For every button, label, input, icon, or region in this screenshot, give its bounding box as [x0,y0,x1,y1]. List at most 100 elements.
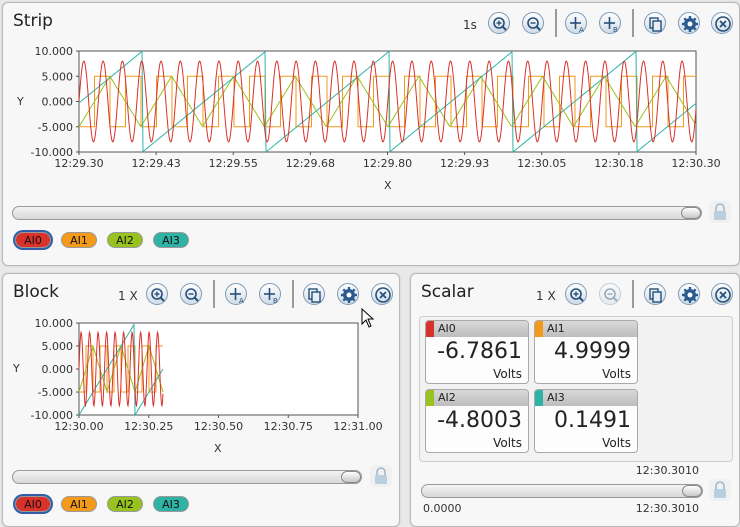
block-x-tick-label: 12:30.50 [194,420,243,433]
zoom-in-icon [570,288,584,302]
block-channel-ai3[interactable]: AI3 [153,496,189,512]
scalar-unit: Volts [493,436,522,450]
scalar-timestamp: 12:30.3010 [635,464,699,477]
block-zoom-level: 1 X [118,289,138,303]
block-x-tick-label: 12:31.00 [333,420,382,433]
toolbar-separator [632,9,634,37]
close-button[interactable] [371,283,393,305]
lock-icon [714,481,726,498]
scalar-channel-name: AI2 [438,391,456,404]
zoom-out-icon [185,288,199,302]
strip-y-tick-label: 0.000 [42,96,74,109]
strip-x-tick-label: 12:30.30 [671,157,720,170]
strip-lock-button[interactable] [709,201,731,223]
strip-x-axis-label: X [384,179,392,192]
strip-x-tick-label: 12:29.55 [209,157,258,170]
scalar-value: 4.9999 [554,339,631,364]
scalar-unit: Volts [493,367,522,381]
svg-text:A: A [239,297,244,305]
block-y-tick-label: -5.000 [38,386,73,399]
block-y-axis-label: Y [12,362,20,375]
block-title: Block [13,282,59,302]
scalar-card-ai1[interactable]: AI1 4.9999 Volts [534,320,638,384]
scalar-zoom-level: 1 X [536,289,556,303]
close-icon [715,16,731,32]
lock-icon [714,203,726,220]
scalar-scroll-slider[interactable] [421,484,703,498]
close-button[interactable] [711,283,733,305]
scalar-lock-button[interactable] [709,479,731,501]
scalar-unit: Volts [602,367,631,381]
block-x-axis-label: X [214,442,222,455]
channel-color-swatch [426,390,434,406]
toolbar-separator [213,280,215,308]
copy-button[interactable] [644,12,666,34]
zoom-in-button[interactable] [488,12,510,34]
mouse-pointer-icon [361,308,375,328]
cursor-b-button[interactable]: B [599,12,621,34]
block-channel-ai0[interactable]: AI0 [15,496,51,512]
copy-button[interactable] [644,283,666,305]
strip-y-tick-label: -5.000 [38,121,73,134]
zoom-in-button[interactable] [146,283,168,305]
channel-color-swatch [535,390,543,406]
strip-x-tick-label: 12:29.30 [54,157,103,170]
block-channel-ai2[interactable]: AI2 [107,496,143,512]
cursor-a-button[interactable]: A [565,12,587,34]
strip-scroll-thumb[interactable] [681,207,701,219]
close-icon [375,287,391,303]
block-y-tick-label: 0.000 [42,363,74,376]
strip-channel-ai2[interactable]: AI2 [107,232,143,248]
channel-color-swatch [426,321,434,337]
strip-title: Strip [13,11,53,31]
strip-x-tick-label: 12:29.93 [440,157,489,170]
strip-channel-ai0[interactable]: AI0 [15,232,51,248]
settings-button[interactable] [678,283,700,305]
copy-icon [308,288,321,303]
zoom-out-icon [604,288,618,302]
cursor-a-button[interactable]: A [225,283,247,305]
scalar-value: -6.7861 [437,339,522,364]
cursor-b-icon: B [264,288,278,305]
strip-chart[interactable]: Y X 10.0005.0000.000-5.000-10.00012:29.3… [3,41,739,231]
strip-x-tick-label: 12:30.18 [594,157,643,170]
scalar-card-ai3[interactable]: AI3 0.1491 Volts [534,389,638,453]
channel-color-swatch [535,321,543,337]
block-x-tick-label: 12:30.00 [54,420,103,433]
strip-scroll-slider[interactable] [12,206,702,220]
settings-button[interactable] [337,283,359,305]
strip-channel-ai1[interactable]: AI1 [61,232,97,248]
zoom-in-button[interactable] [565,283,587,305]
strip-channel-ai3[interactable]: AI3 [153,232,189,248]
zoom-out-button[interactable] [522,12,544,34]
scalar-unit: Volts [602,436,631,450]
strip-y-tick-label: 5.000 [42,70,74,83]
svg-text:B: B [273,297,278,305]
strip-y-axis-label: Y [16,95,24,108]
settings-button[interactable] [678,12,700,34]
zoom-out-button[interactable] [180,283,202,305]
scalar-card-ai2[interactable]: AI2 -4.8003 Volts [425,389,529,453]
cursor-b-icon: B [604,17,618,34]
scalar-channel-name: AI0 [438,322,456,335]
toolbar-separator [632,280,634,308]
scalar-channel-name: AI3 [547,391,565,404]
zoom-out-icon [527,17,541,31]
block-scroll-thumb[interactable] [341,471,361,483]
scalar-panel: Scalar 1 X AI0 -6.7861 Volts AI1 4.9999 … [410,273,740,527]
block-lock-button[interactable] [370,465,392,487]
scalar-value: 0.1491 [554,408,631,433]
zoom-in-icon [151,288,165,302]
close-icon [715,287,731,303]
cursor-b-button[interactable]: B [259,283,281,305]
scalar-card-ai0[interactable]: AI0 -6.7861 Volts [425,320,529,384]
block-channel-ai1[interactable]: AI1 [61,496,97,512]
scalar-scroll-thumb[interactable] [682,485,702,497]
close-button[interactable] [711,12,733,34]
zoom-out-button[interactable] [599,283,621,305]
block-scroll-slider[interactable] [12,470,362,484]
copy-button[interactable] [303,283,325,305]
block-panel: Block 1 X A B Y X 10.000 5.000 0.000 -5.000… [2,273,400,527]
strip-x-tick-label: 12:29.43 [132,157,181,170]
scalar-value: -4.8003 [437,408,522,433]
